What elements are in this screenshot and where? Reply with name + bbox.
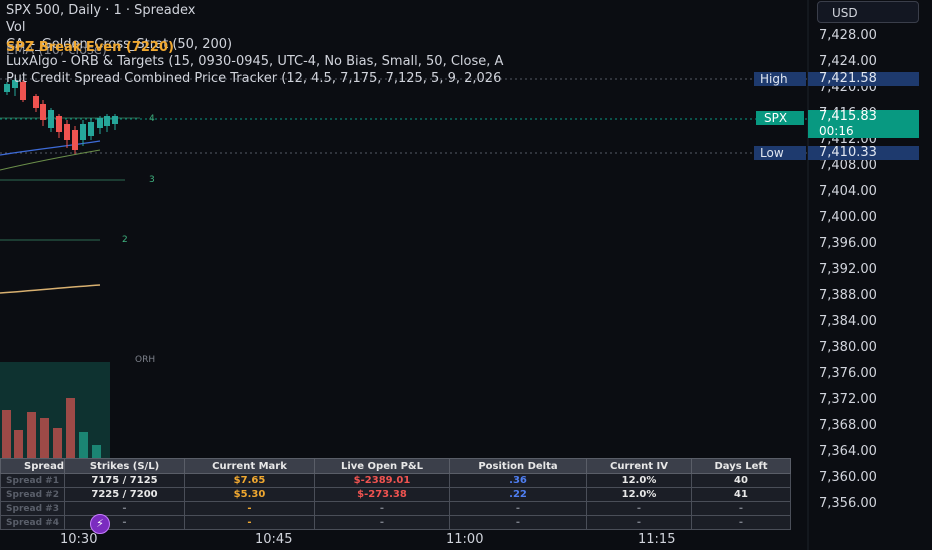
tracker-cell: - <box>449 501 587 516</box>
indicator-vol[interactable]: Vol <box>6 20 25 36</box>
col-spread: Spread <box>0 458 65 474</box>
tracker-header-row: Spread Strikes (S/L) Current Mark Live O… <box>0 458 791 474</box>
tracker-row: Spread #2 7225 / 7200 $5.30 $-273.38.22 12.0… <box>0 487 791 502</box>
currency-button[interactable]: USD <box>817 1 919 23</box>
price-axis-label: 7,356.00 <box>819 496 877 511</box>
tracker-cell: Spread #2 <box>0 487 65 502</box>
low-tag-value: 7,410.33 <box>808 146 919 160</box>
tracker-cell: - <box>64 501 185 516</box>
price-axis-label: 7,360.00 <box>819 470 877 485</box>
col-current-iv: Current IV <box>586 458 692 474</box>
tracker-cell: - <box>184 501 315 516</box>
price-axis-label: 7,392.00 <box>819 262 877 277</box>
col-current-mark: Current Mark <box>184 458 315 474</box>
tracker-cell: - <box>449 515 587 530</box>
price-axis-label: 7,404.00 <box>819 184 877 199</box>
candle-body <box>33 96 39 108</box>
time-label-1045: 10:45 <box>255 532 293 547</box>
tracker-cell: Spread #4 <box>0 515 65 530</box>
tracker-cell: $-2389.01 <box>314 473 450 488</box>
price-axis-label: 7,428.00 <box>819 28 877 43</box>
orb-level-2: 2 <box>122 235 128 245</box>
tracker-row: Spread #1 7175 / 7125 $7.65 $-2389.01.36 12.… <box>0 473 791 488</box>
candle-body <box>80 124 86 140</box>
price-axis-label: 7,368.00 <box>819 418 877 433</box>
orb-level-4: 4 <box>149 114 155 124</box>
tracker-cell: - <box>691 501 791 516</box>
tracker-cell: 12.0% <box>586 487 692 502</box>
tracker-cell: 7225 / 7200 <box>64 487 185 502</box>
tracker-cell: .22 <box>449 487 587 502</box>
tracker-cell: $7.65 <box>184 473 315 488</box>
orb-level-3: 3 <box>149 175 155 185</box>
price-axis-label: 7,400.00 <box>819 210 877 225</box>
orh-label: ORH <box>135 355 156 365</box>
price-axis-label: 7,388.00 <box>819 288 877 303</box>
tracker-cell: 41 <box>691 487 791 502</box>
tracker-row: Spread #3- - - - - - <box>0 501 791 516</box>
tracker-cell: - <box>586 501 692 516</box>
indicator-spread-tracker[interactable]: Put Credit Spread Combined Price Tracker… <box>6 71 501 87</box>
candle-body <box>97 118 103 128</box>
tracker-cell: Spread #3 <box>0 501 65 516</box>
price-axis-label: 7,408.00 <box>819 158 877 173</box>
tracker-cell: - <box>691 515 791 530</box>
high-tag-label: High <box>754 72 806 86</box>
tracker-cell: - <box>314 515 450 530</box>
col-days-left: Days Left <box>691 458 791 474</box>
tracker-cell: - <box>184 515 315 530</box>
lightning-icon[interactable]: ⚡ <box>90 514 110 534</box>
tracker-cell: $5.30 <box>184 487 315 502</box>
tracker-cell: 12.0% <box>586 473 692 488</box>
tracker-row: Spread #4- - - - - - <box>0 515 791 530</box>
price-axis-label: 7,396.00 <box>819 236 877 251</box>
price-axis-label: 7,372.00 <box>819 392 877 407</box>
tracker-cell: .36 <box>449 473 587 488</box>
price-axis-label: 7,384.00 <box>819 314 877 329</box>
time-label-1030: 10:30 <box>60 532 98 547</box>
low-tag-label: Low <box>754 146 806 160</box>
price-axis-label: 7,380.00 <box>819 340 877 355</box>
time-label-1100: 11:00 <box>446 532 484 547</box>
col-live-pnl: Live Open P&L <box>314 458 450 474</box>
tracker-cell: - <box>64 515 185 530</box>
tracker-cell: - <box>586 515 692 530</box>
price-axis-label: 7,364.00 <box>819 444 877 459</box>
spx-countdown: 00:16 <box>808 125 919 138</box>
col-strikes: Strikes (S/L) <box>64 458 185 474</box>
spread-tracker-table: Spread Strikes (S/L) Current Mark Live O… <box>0 458 791 530</box>
price-axis-label: 7,424.00 <box>819 54 877 69</box>
spx-tag-value: 7,415.83 <box>808 110 919 125</box>
col-position-delta: Position Delta <box>449 458 587 474</box>
candle-body <box>112 116 118 124</box>
candle-body <box>72 130 78 150</box>
spx-tag-label: SPX <box>756 111 804 125</box>
tracker-cell: - <box>314 501 450 516</box>
candle-body <box>56 116 62 132</box>
tracker-cell: Spread #1 <box>0 473 65 488</box>
chart-title[interactable]: SPX 500, Daily · 1 · Spreadex <box>6 3 195 19</box>
high-tag-value: 7,421.58 <box>808 72 919 86</box>
candle-body <box>40 104 46 120</box>
tracker-cell: 40 <box>691 473 791 488</box>
tracker-cell: 7175 / 7125 <box>64 473 185 488</box>
candle-body <box>64 124 70 140</box>
time-label-1115: 11:15 <box>638 532 676 547</box>
indicator-orb[interactable]: LuxAlgo - ORB & Targets (15, 0930-0945, … <box>6 54 503 70</box>
candle-body <box>88 122 94 136</box>
candle-body <box>48 110 54 128</box>
tracker-cell: $-273.38 <box>314 487 450 502</box>
candle-body <box>104 116 110 126</box>
price-axis-label: 7,376.00 <box>819 366 877 381</box>
